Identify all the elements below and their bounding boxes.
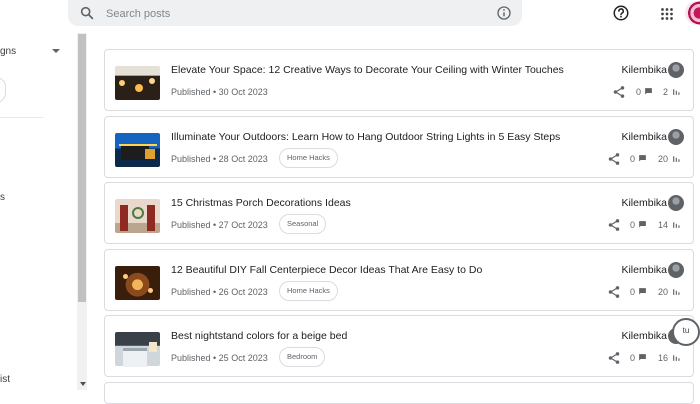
views-bar-icon (673, 222, 680, 228)
post-status-date: Published • 30 Oct 2023 (171, 87, 268, 97)
new-post-button[interactable] (0, 77, 6, 103)
post-thumbnail (115, 199, 160, 233)
share-icon[interactable] (607, 152, 621, 166)
sidebar-divider (0, 117, 44, 118)
post-status-date: Published • 27 Oct 2023 (171, 220, 268, 230)
post-author: Kilembika (621, 131, 667, 143)
sidebar-item-reading-list[interactable]: ist (0, 374, 10, 385)
author-avatar (668, 262, 684, 278)
author-avatar (668, 129, 684, 145)
post-label[interactable]: Seasonal (279, 214, 327, 234)
comment-count: 0 (630, 220, 636, 230)
views-bar-icon (673, 156, 680, 162)
chevron-down-icon[interactable] (52, 49, 60, 53)
comment-count: 0 (636, 87, 642, 97)
post-title[interactable]: 12 Beautiful DIY Fall Centerpiece Decor … (171, 264, 482, 276)
post-status-date: Published • 26 Oct 2023 (171, 287, 268, 297)
view-count: 14 (658, 220, 669, 230)
scroll-down-arrow[interactable] (80, 382, 86, 386)
account-avatar[interactable] (685, 1, 700, 25)
post-status-date: Published • 25 Oct 2023 (171, 353, 268, 363)
post-author: Kilembika (621, 264, 667, 276)
post-title[interactable]: Illuminate Your Outdoors: Learn How to H… (171, 131, 560, 143)
post-author: Kilembika (621, 330, 667, 342)
info-icon[interactable] (496, 5, 512, 21)
post-thumbnail (115, 332, 160, 367)
post-row[interactable]: Illuminate Your Outdoors: Learn How to H… (104, 116, 694, 178)
view-count: 20 (658, 154, 669, 164)
floating-action-button[interactable]: tu (672, 318, 700, 346)
sidebar-item-designs[interactable]: gns (0, 46, 16, 57)
share-icon[interactable] (612, 85, 626, 99)
comment-count: 0 (630, 353, 636, 363)
help-icon[interactable] (612, 4, 630, 22)
post-row[interactable]: Best nightstand colors for a beige bed P… (104, 315, 694, 377)
post-row[interactable]: 15 Christmas Porch Decorations Ideas Pub… (104, 182, 694, 244)
post-thumbnail (115, 66, 160, 100)
post-author: Kilembika (621, 197, 667, 209)
post-row[interactable]: Elevate Your Space: 12 Creative Ways to … (104, 49, 694, 111)
comment-icon (639, 155, 646, 162)
views-bar-icon (673, 289, 680, 295)
sidebar-item-stats[interactable]: s (0, 192, 5, 203)
post-title[interactable]: Best nightstand colors for a beige bed (171, 330, 347, 342)
post-thumbnail (115, 266, 160, 300)
comment-icon (639, 288, 646, 295)
post-title[interactable]: Elevate Your Space: 12 Creative Ways to … (171, 64, 564, 76)
post-title[interactable]: 15 Christmas Porch Decorations Ideas (171, 197, 351, 209)
author-avatar (668, 195, 684, 211)
post-status-date: Published • 28 Oct 2023 (171, 154, 268, 164)
post-label[interactable]: Bedroom (279, 347, 326, 367)
search-icon[interactable] (79, 5, 95, 21)
search-bar[interactable] (68, 0, 522, 26)
comment-count: 0 (630, 287, 636, 297)
share-icon[interactable] (607, 285, 621, 299)
post-author: Kilembika (621, 64, 667, 76)
post-label[interactable]: Home Hacks (279, 281, 338, 301)
view-count: 20 (658, 287, 669, 297)
comment-icon (639, 221, 646, 228)
comment-count: 0 (630, 154, 636, 164)
view-count: 2 (663, 87, 669, 97)
scrollbar-thumb[interactable] (78, 34, 86, 302)
views-bar-icon (673, 355, 680, 361)
post-label[interactable]: Home Hacks (279, 148, 338, 168)
share-icon[interactable] (607, 351, 621, 365)
post-row-partial[interactable] (104, 382, 694, 404)
comment-icon (639, 354, 646, 361)
view-count: 16 (658, 353, 669, 363)
apps-grid-icon[interactable] (658, 5, 676, 23)
comment-icon (645, 88, 652, 95)
post-thumbnail (115, 133, 160, 167)
views-bar-icon (673, 89, 680, 95)
author-avatar (668, 62, 684, 78)
post-row[interactable]: 12 Beautiful DIY Fall Centerpiece Decor … (104, 249, 694, 311)
share-icon[interactable] (607, 218, 621, 232)
search-input[interactable] (104, 3, 488, 25)
